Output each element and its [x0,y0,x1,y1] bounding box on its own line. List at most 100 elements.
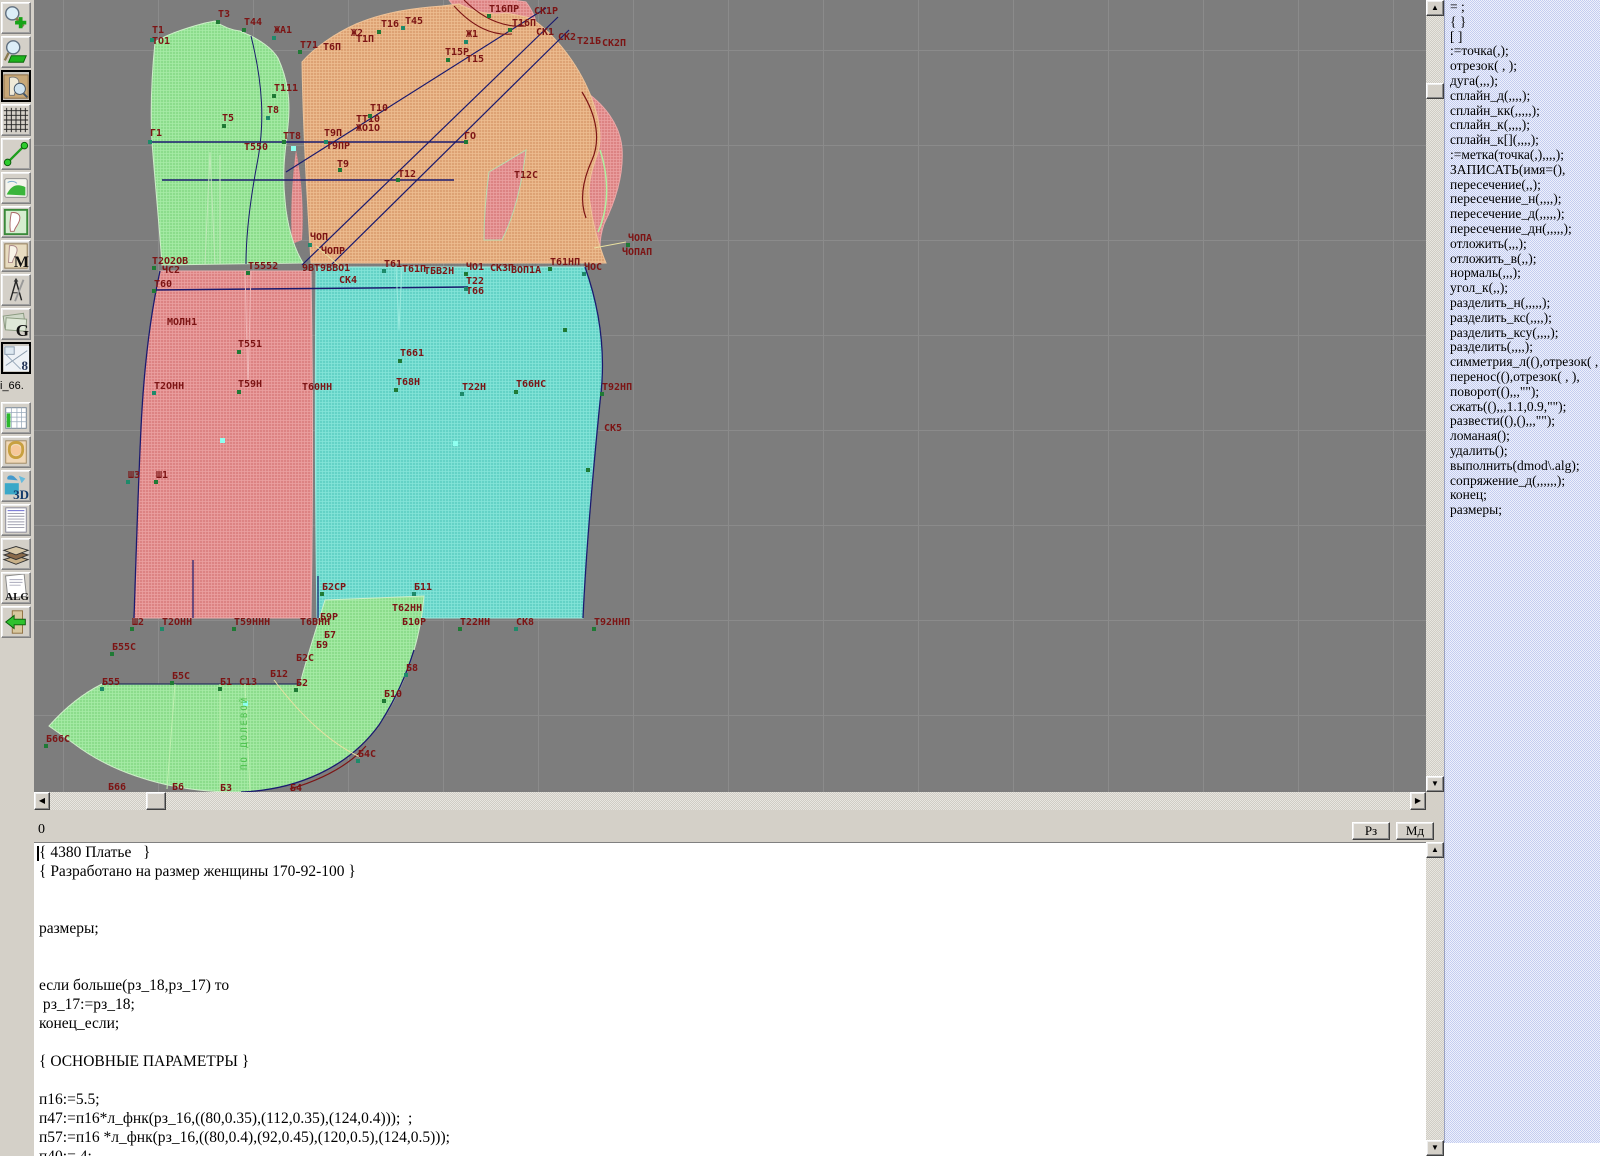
command-item[interactable]: удалить(); [1445,444,1600,459]
pattern-point[interactable] [110,652,114,656]
pattern-point[interactable] [100,687,104,691]
pattern-point[interactable] [152,266,156,270]
editor-scroll-up-button[interactable]: ▲ [1426,842,1444,858]
pattern-point[interactable] [356,759,360,763]
pattern-point[interactable] [401,26,405,30]
pattern-point[interactable] [148,140,152,144]
tool-grid-button[interactable] [1,104,31,136]
pattern-point[interactable] [412,592,416,596]
tool-3d-button[interactable]: 3D [1,470,31,502]
command-item[interactable]: пересечение_н(,,,,); [1445,192,1600,207]
command-item[interactable]: сопряжение_д(,,,,,,); [1445,474,1600,489]
pattern-point[interactable] [246,271,250,275]
command-item[interactable]: ЗАПИСАТЬ(имя=(), [1445,163,1600,178]
tool-spreadsheet-button[interactable] [1,402,31,434]
command-item[interactable]: пересечение_дн(,,,,,); [1445,222,1600,237]
tool-g-button[interactable]: G [1,308,31,340]
command-item[interactable]: сплайн_к[](,,,,); [1445,133,1600,148]
canvas-horizontal-scrollbar[interactable]: ◀ ▶ [34,792,1426,810]
pattern-point[interactable] [487,14,491,18]
rz-button[interactable]: Рз [1352,822,1390,840]
pattern-point[interactable] [308,243,312,247]
pattern-point[interactable] [294,688,298,692]
command-item[interactable]: разделить_н(,,,,,); [1445,296,1600,311]
pattern-point[interactable] [514,627,518,631]
selected-point[interactable] [291,146,296,151]
pattern-point[interactable] [218,687,222,691]
pattern-point[interactable] [464,272,468,276]
command-item[interactable]: перенос((),отрезок( , ), [1445,370,1600,385]
tool-zoom-in-button[interactable] [1,2,31,34]
pattern-point[interactable] [222,124,226,128]
pattern-point[interactable] [382,699,386,703]
command-item[interactable]: { } [1445,15,1600,30]
pattern-point[interactable] [324,140,328,144]
command-item[interactable]: разделить(,,,,); [1445,340,1600,355]
command-item[interactable]: отложить_в(,,); [1445,252,1600,267]
tool-zoom-area-button[interactable] [1,36,31,68]
selected-point[interactable] [453,441,458,446]
editor-vertical-scrollbar[interactable]: ▲ ▼ [1426,842,1444,1156]
command-item[interactable]: сплайн_к(,,,,); [1445,118,1600,133]
pattern-point[interactable] [404,673,408,677]
pattern-point[interactable] [272,36,276,40]
pattern-point[interactable] [130,627,134,631]
pattern-point[interactable] [126,480,130,484]
command-item[interactable]: сплайн_д(,,,,); [1445,89,1600,104]
command-item[interactable]: отрезок( , ); [1445,59,1600,74]
command-item[interactable]: выполнить(dmod\.alg); [1445,459,1600,474]
pattern-point[interactable] [582,272,586,276]
command-item[interactable]: [ ] [1445,30,1600,45]
pattern-point[interactable] [464,287,468,291]
pattern-point[interactable] [154,480,158,484]
tool-pattern-doc-button[interactable] [1,206,31,238]
command-item[interactable]: = ; [1445,0,1600,15]
pattern-point[interactable] [398,359,402,363]
pattern-point[interactable] [464,40,468,44]
pattern-point[interactable] [298,50,302,54]
selected-point[interactable] [220,438,225,443]
pattern-point[interactable] [548,267,552,271]
pattern-point[interactable] [626,243,630,247]
tool-segment-button[interactable] [1,138,31,170]
pattern-point[interactable] [237,390,241,394]
pattern-point[interactable] [446,58,450,62]
command-item[interactable]: разделить_ксу(,,,,); [1445,326,1600,341]
command-item[interactable]: отложить(,,,); [1445,237,1600,252]
pattern-point[interactable] [216,20,220,24]
tool-books-button[interactable] [1,538,31,570]
command-item[interactable]: сжать((),,,1.1,0.9,""); [1445,400,1600,415]
command-item[interactable]: развести((),(),,,""); [1445,414,1600,429]
canvas-vertical-scrollbar[interactable]: ▲ ▼ [1426,0,1444,792]
tool-ruler-eight-button[interactable]: 8 [1,342,31,374]
editor-scroll-down-button[interactable]: ▼ [1426,1140,1444,1156]
md-button[interactable]: Мд [1396,822,1434,840]
canvas-hscroll-thumb[interactable] [146,792,166,810]
pattern-point[interactable] [242,28,246,32]
tool-exit-button[interactable] [1,606,31,638]
tool-photo-button[interactable] [1,436,31,468]
command-item[interactable]: дуга(,,,); [1445,74,1600,89]
tool-alg-button[interactable]: ALG [1,572,31,604]
pattern-drawing[interactable]: Т1ТО1Т3Т44ЖА1Т71Т6ПЖ2Т1ПТ16Т45Т16ПРСК1РТ… [34,0,1426,792]
pattern-point[interactable] [44,744,48,748]
canvas-vscroll-thumb[interactable] [1426,83,1444,99]
pattern-point[interactable] [394,388,398,392]
pattern-point[interactable] [563,328,567,332]
command-item[interactable]: симметрия_л((),отрезок( , ), [1445,355,1600,370]
pattern-point[interactable] [150,38,154,42]
pattern-point[interactable] [396,178,400,182]
command-item[interactable]: :=метка(точка(,),,,,); [1445,148,1600,163]
pattern-point[interactable] [152,391,156,395]
pattern-point[interactable] [152,289,156,293]
command-item[interactable]: :=точка(,); [1445,44,1600,59]
pattern-point[interactable] [600,392,604,396]
pattern-point[interactable] [592,627,596,631]
command-item[interactable]: конец; [1445,488,1600,503]
pattern-point[interactable] [170,681,174,685]
tool-picture-button[interactable] [1,172,31,204]
pattern-point[interactable] [160,627,164,631]
command-item[interactable]: пересечение_д(,,,,,); [1445,207,1600,222]
pattern-point[interactable] [266,116,270,120]
pattern-point[interactable] [272,94,276,98]
